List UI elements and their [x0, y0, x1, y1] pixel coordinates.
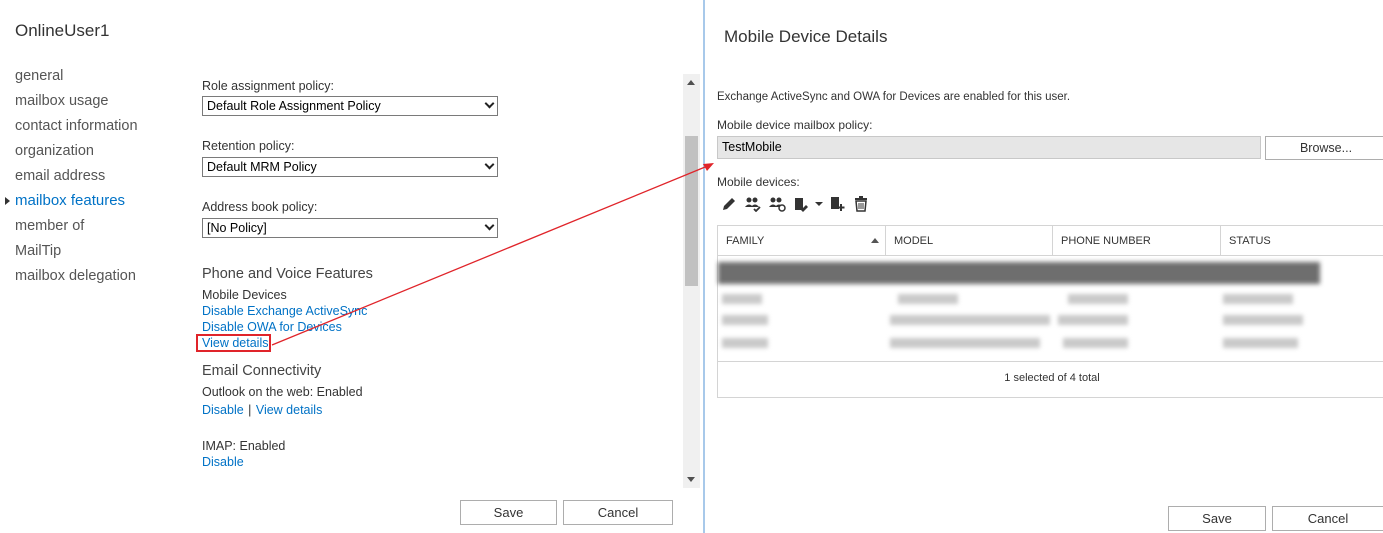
- owa-status-text: Outlook on the web: Enabled: [202, 385, 363, 399]
- add-device-icon[interactable]: [825, 194, 849, 214]
- mailbox-properties-panel: OnlineUser1 general mailbox usage contac…: [0, 0, 703, 533]
- redacted-cell: [1068, 294, 1128, 304]
- retention-value: Default MRM Policy: [207, 160, 317, 174]
- column-model-label: MODEL: [894, 235, 934, 247]
- nav-item-mailbox-usage[interactable]: mailbox usage: [15, 91, 185, 116]
- details-save-button[interactable]: Save: [1168, 506, 1266, 531]
- block-device-icon[interactable]: [765, 194, 789, 214]
- chevron-down-icon: [484, 159, 495, 170]
- wipe-device-icon[interactable]: [789, 194, 813, 214]
- nav-item-general[interactable]: general: [15, 66, 185, 91]
- redacted-cell: [1223, 294, 1293, 304]
- table-row[interactable]: [718, 262, 1320, 284]
- table-row[interactable]: [718, 312, 1383, 328]
- redacted-cell: [722, 294, 762, 304]
- table-row[interactable]: [718, 291, 1383, 307]
- grid-divider: [718, 361, 1383, 362]
- form-scrollbar[interactable]: [683, 74, 700, 488]
- address-book-label: Address book policy:: [202, 200, 318, 214]
- activesync-info-text: Exchange ActiveSync and OWA for Devices …: [717, 91, 1071, 103]
- column-family[interactable]: FAMILY: [718, 226, 886, 256]
- scroll-thumb[interactable]: [685, 136, 698, 286]
- disable-activesync-link[interactable]: Disable Exchange ActiveSync: [202, 304, 367, 318]
- owa-disable-link[interactable]: Disable: [202, 403, 244, 417]
- owa-view-details-link[interactable]: View details: [256, 403, 322, 417]
- left-nav: general mailbox usage contact informatio…: [5, 66, 185, 291]
- owa-actions: Disable | View details: [202, 401, 322, 419]
- column-status-label: STATUS: [1229, 235, 1271, 247]
- scroll-up-icon[interactable]: [687, 80, 695, 85]
- mobile-policy-label: Mobile device mailbox policy:: [717, 118, 873, 132]
- redacted-cell: [890, 338, 1040, 348]
- redacted-cell: [722, 315, 768, 325]
- column-model[interactable]: MODEL: [886, 226, 1053, 256]
- edit-icon[interactable]: [717, 194, 741, 214]
- column-family-label: FAMILY: [726, 235, 765, 247]
- mobile-device-details-title: Mobile Device Details: [724, 27, 888, 46]
- annotation-highlight-box: [196, 334, 271, 352]
- nav-item-organization[interactable]: organization: [15, 141, 185, 166]
- imap-disable-link[interactable]: Disable: [202, 455, 244, 469]
- role-assignment-select[interactable]: Default Role Assignment Policy: [202, 96, 498, 116]
- retention-label: Retention policy:: [202, 139, 295, 153]
- redacted-cell: [1223, 338, 1298, 348]
- mobile-device-details-panel: Mobile Device Details Exchange ActiveSyn…: [703, 0, 1383, 533]
- mobile-devices-grid: FAMILY MODEL PHONE NUMBER STATUS 1 selec…: [717, 225, 1383, 398]
- dropdown-chevron-icon[interactable]: [813, 194, 825, 214]
- redacted-cell: [898, 294, 958, 304]
- scroll-down-icon[interactable]: [687, 477, 695, 482]
- sort-ascending-icon: [871, 238, 879, 243]
- browse-button[interactable]: Browse...: [1265, 136, 1383, 160]
- column-phone-number-label: PHONE NUMBER: [1061, 235, 1151, 247]
- nav-item-mailbox-delegation[interactable]: mailbox delegation: [15, 266, 185, 291]
- retention-select[interactable]: Default MRM Policy: [202, 157, 498, 177]
- nav-item-contact-information[interactable]: contact information: [15, 116, 185, 141]
- user-title: OnlineUser1: [15, 21, 110, 40]
- nav-item-member-of[interactable]: member of: [15, 216, 185, 241]
- email-connectivity-heading: Email Connectivity: [202, 363, 322, 379]
- link-separator: |: [248, 403, 252, 417]
- selection-status: 1 selected of 4 total: [1004, 372, 1100, 384]
- nav-item-email-address[interactable]: email address: [15, 166, 185, 191]
- address-book-value: [No Policy]: [207, 221, 267, 235]
- mobile-devices-label: Mobile Devices: [202, 288, 287, 302]
- details-cancel-button[interactable]: Cancel: [1272, 506, 1383, 531]
- redacted-cell: [1223, 315, 1303, 325]
- chevron-down-icon: [484, 98, 495, 109]
- cancel-button[interactable]: Cancel: [563, 500, 673, 525]
- mobile-policy-field[interactable]: TestMobile: [717, 136, 1261, 159]
- role-assignment-label: Role assignment policy:: [202, 79, 335, 93]
- redacted-cell: [722, 338, 768, 348]
- mailbox-features-form: Role assignment policy: Default Role Ass…: [196, 76, 672, 486]
- nav-item-mailbox-features[interactable]: mailbox features: [5, 191, 185, 216]
- disable-owa-devices-link[interactable]: Disable OWA for Devices: [202, 320, 342, 334]
- column-phone-number[interactable]: PHONE NUMBER: [1053, 226, 1221, 256]
- chevron-down-icon: [484, 220, 495, 231]
- allow-device-icon[interactable]: [741, 194, 765, 214]
- phone-voice-heading: Phone and Voice Features: [202, 266, 373, 282]
- role-assignment-value: Default Role Assignment Policy: [207, 99, 381, 113]
- redacted-cell: [1063, 338, 1128, 348]
- imap-status-text: IMAP: Enabled: [202, 439, 286, 453]
- column-status[interactable]: STATUS: [1221, 226, 1383, 256]
- devices-toolbar: [717, 194, 873, 214]
- grid-header: FAMILY MODEL PHONE NUMBER STATUS: [718, 226, 1383, 256]
- table-row[interactable]: [718, 335, 1383, 351]
- nav-item-mailtip[interactable]: MailTip: [15, 241, 185, 266]
- redacted-cell: [890, 315, 1050, 325]
- delete-icon[interactable]: [849, 194, 873, 214]
- mobile-devices-label: Mobile devices:: [717, 175, 800, 189]
- redacted-cell: [1058, 315, 1128, 325]
- save-button[interactable]: Save: [460, 500, 557, 525]
- address-book-select[interactable]: [No Policy]: [202, 218, 498, 238]
